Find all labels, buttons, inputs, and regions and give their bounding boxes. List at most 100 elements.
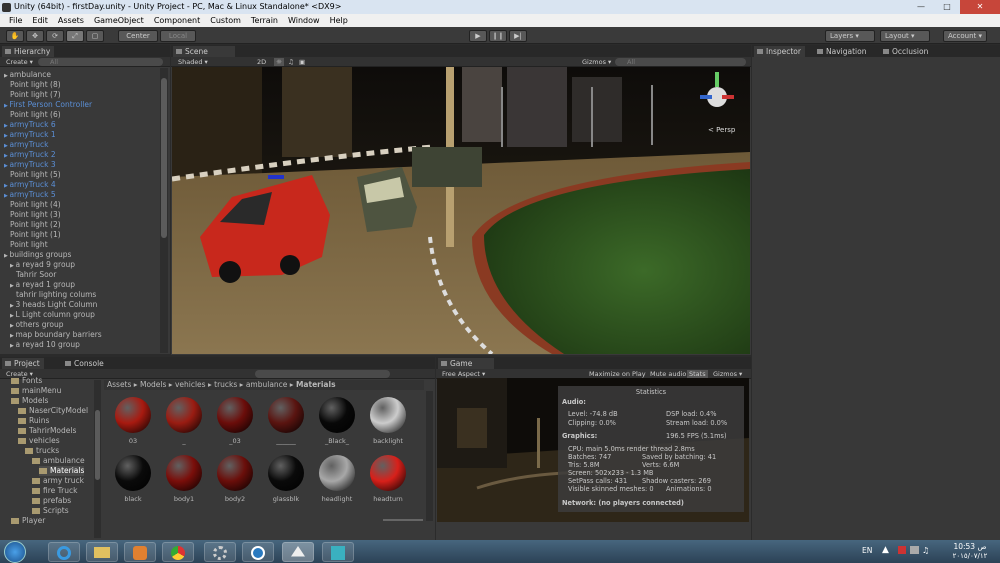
project-folder-item[interactable]: army truck	[32, 476, 84, 486]
thumbnail-size-slider[interactable]	[383, 519, 423, 521]
menu-help[interactable]: Help	[325, 14, 353, 27]
material-label[interactable]: black	[107, 495, 159, 503]
visual-studio-icon[interactable]	[322, 542, 354, 562]
hierarchy-item[interactable]: ▶ a reyad 10 group	[10, 340, 80, 350]
project-folder-item[interactable]: Scripts	[32, 506, 69, 516]
maximize-on-play-toggle[interactable]: Maximize on Play	[589, 370, 646, 378]
hierarchy-item[interactable]: Point light (1)	[10, 230, 61, 240]
material-thumbnail[interactable]	[370, 455, 406, 491]
project-folder-item[interactable]: Ruins	[18, 416, 49, 426]
maximize-button[interactable]: □	[934, 0, 960, 14]
hierarchy-item[interactable]: Point light (7)	[10, 90, 61, 100]
hierarchy-item[interactable]: Point light (4)	[10, 200, 61, 210]
menu-assets[interactable]: Assets	[53, 14, 89, 27]
material-thumbnail[interactable]	[268, 455, 304, 491]
material-label[interactable]: ______	[260, 437, 312, 445]
hierarchy-item[interactable]: ▶ buildings groups	[4, 250, 71, 260]
breadcrumb-assets[interactable]: Assets	[107, 380, 131, 389]
settings-gear-icon[interactable]	[204, 542, 236, 562]
minimize-button[interactable]: —	[908, 0, 934, 14]
project-folder-item[interactable]: Player	[11, 516, 45, 526]
breadcrumb-ambulance[interactable]: ambulance	[246, 380, 288, 389]
menu-custom[interactable]: Custom	[205, 14, 246, 27]
breadcrumb-models[interactable]: Models	[140, 380, 166, 389]
hierarchy-item[interactable]: Point light (2)	[10, 220, 61, 230]
breadcrumb-trucks[interactable]: trucks	[214, 380, 237, 389]
material-thumbnail[interactable]	[319, 397, 355, 433]
hierarchy-item[interactable]: ▶ 3 heads Light Column	[10, 300, 97, 310]
material-label[interactable]: headturn	[362, 495, 414, 503]
hierarchy-item[interactable]: Point light (5)	[10, 170, 61, 180]
breadcrumb-materials[interactable]: Materials	[296, 380, 336, 389]
mode-2d-toggle[interactable]: 2D	[257, 58, 266, 66]
tray-up-arrow-icon[interactable]: ▲	[882, 545, 889, 555]
volume-icon[interactable]: ♫	[922, 546, 929, 555]
game-gizmos-dropdown[interactable]: Gizmos ▾	[713, 370, 742, 378]
tab-inspector[interactable]: Inspector	[754, 46, 805, 57]
scene-effects-toggle[interactable]: ▣	[299, 58, 305, 66]
hierarchy-search-input[interactable]: All	[38, 58, 163, 66]
menu-component[interactable]: Component	[149, 14, 205, 27]
hierarchy-item[interactable]: Point light (3)	[10, 210, 61, 220]
start-button[interactable]	[4, 541, 26, 563]
pivot-center-toggle[interactable]: Center	[118, 30, 158, 42]
menu-window[interactable]: Window	[283, 14, 325, 27]
material-thumbnail[interactable]	[217, 455, 253, 491]
scale-tool-icon[interactable]: ⤢	[66, 30, 84, 42]
project-folder-item[interactable]: Materials	[39, 466, 85, 476]
clock-date[interactable]: ٢٠١٥/٠٧/١٢	[945, 552, 995, 560]
language-indicator[interactable]: EN	[862, 546, 872, 555]
media-player-icon[interactable]	[124, 542, 156, 562]
menu-edit[interactable]: Edit	[27, 14, 53, 27]
project-folder-item[interactable]: ambulance	[32, 456, 85, 466]
hierarchy-item[interactable]: ▶ armyTruck 5	[4, 190, 56, 200]
space-local-toggle[interactable]: Local	[160, 30, 196, 42]
shading-mode-dropdown[interactable]: Shaded ▾	[178, 58, 208, 66]
material-label[interactable]: _	[158, 437, 210, 445]
hierarchy-item[interactable]: Tahrir Soor	[16, 270, 56, 280]
tab-project[interactable]: Project	[2, 358, 44, 369]
project-tree-scrollbar[interactable]	[94, 380, 101, 538]
project-folder-item[interactable]: TahrirModels	[18, 426, 76, 436]
rotate-tool-icon[interactable]: ⟳	[46, 30, 64, 42]
hierarchy-item[interactable]: ▶ armyTruck 1	[4, 130, 56, 140]
material-thumbnail[interactable]	[115, 455, 151, 491]
aspect-dropdown[interactable]: Free Aspect ▾	[442, 370, 485, 378]
hierarchy-item[interactable]: Point light	[10, 240, 48, 250]
material-label[interactable]: backlight	[362, 437, 414, 445]
close-button[interactable]: ✕	[960, 0, 1000, 14]
layout-dropdown[interactable]: Layout ▾	[880, 30, 930, 42]
material-thumbnail[interactable]	[370, 397, 406, 433]
action-center-flag-icon[interactable]	[898, 546, 906, 554]
hierarchy-create-dropdown[interactable]: Create ▾	[6, 58, 33, 66]
project-folder-item[interactable]: NaserCityModel	[18, 406, 88, 416]
account-dropdown[interactable]: Account ▾	[943, 30, 987, 42]
project-folder-item[interactable]: Fonts	[11, 376, 42, 386]
project-folder-item[interactable]: vehicles	[18, 436, 60, 446]
tab-navigation[interactable]: Navigation	[814, 46, 870, 57]
material-label[interactable]: _03	[209, 437, 261, 445]
chrome-icon[interactable]	[162, 542, 194, 562]
menu-terrain[interactable]: Terrain	[246, 14, 283, 27]
app-globe-icon[interactable]	[242, 542, 274, 562]
project-tree-scroll-thumb[interactable]	[95, 410, 100, 480]
scene-lighting-toggle[interactable]: ☼	[274, 58, 284, 66]
hierarchy-item[interactable]: ▶ armyTruck 4	[4, 180, 56, 190]
network-icon[interactable]	[910, 546, 919, 554]
hierarchy-item[interactable]: Point light (8)	[10, 80, 61, 90]
hierarchy-item[interactable]: ▶ First Person Controller	[4, 100, 92, 110]
tab-scene[interactable]: Scene	[173, 46, 235, 57]
mute-audio-toggle[interactable]: Mute audio	[650, 370, 686, 378]
breadcrumb-vehicles[interactable]: vehicles	[175, 380, 206, 389]
persp-label[interactable]: < Persp	[708, 126, 735, 134]
project-folder-item[interactable]: fire Truck	[32, 486, 77, 496]
project-search-input[interactable]	[255, 370, 390, 378]
project-folder-item[interactable]: trucks	[25, 446, 59, 456]
material-label[interactable]: glassblk	[260, 495, 312, 503]
step-button[interactable]: ▶|	[509, 30, 527, 42]
tab-console[interactable]: Console	[62, 358, 108, 369]
scene-audio-toggle[interactable]: ♫	[288, 58, 294, 66]
hierarchy-item[interactable]: ▶ armyTruck 3	[4, 160, 56, 170]
tab-hierarchy[interactable]: Hierarchy	[2, 46, 55, 57]
material-label[interactable]: body2	[209, 495, 261, 503]
